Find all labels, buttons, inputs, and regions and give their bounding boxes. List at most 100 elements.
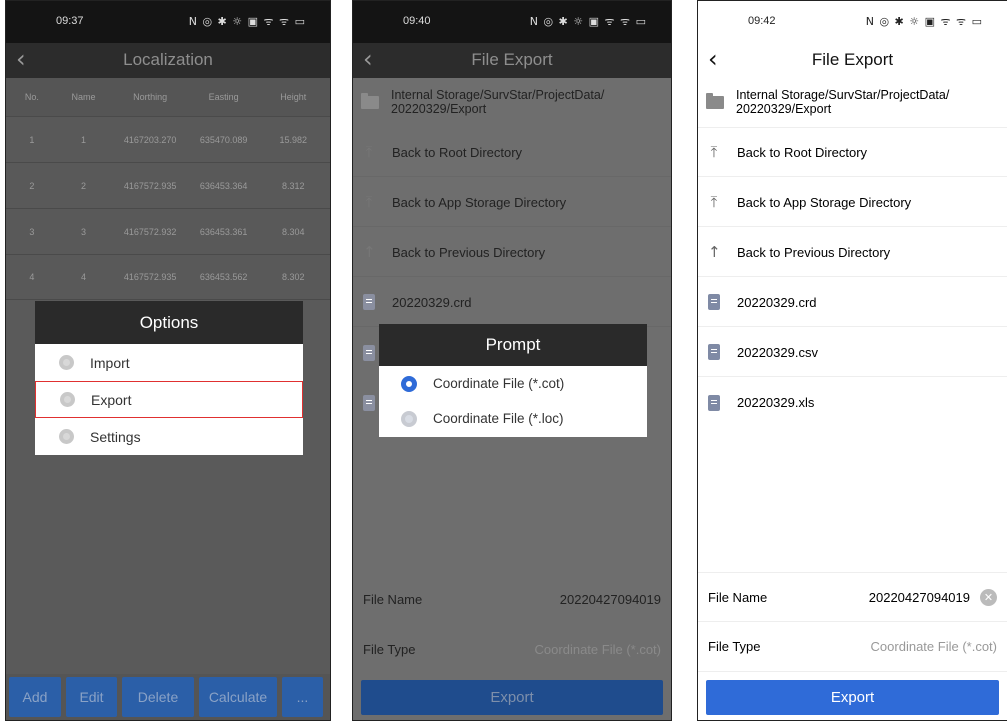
- file-name-label: File Name: [363, 591, 423, 607]
- file-type-field[interactable]: File Type Coordinate File (*.cot): [353, 624, 671, 674]
- file-icon: [363, 344, 375, 361]
- option-label: Coordinate File (*.cot): [433, 376, 565, 391]
- cell-no: 4: [29, 272, 35, 282]
- back-to-root-directory[interactable]: ⤒ Back to Root Directory: [698, 128, 1007, 177]
- column-header-easting: Easting: [208, 92, 239, 102]
- file-item[interactable]: 20220329.xls: [698, 378, 1007, 427]
- export-button[interactable]: Export: [706, 680, 999, 715]
- options-dialog-title: Options: [35, 301, 303, 344]
- cell-height: 8.312: [281, 180, 305, 191]
- prompt-dialog-title: Prompt: [379, 324, 647, 366]
- path-text: Internal Storage/SurvStar/ProjectData/ 2…: [391, 88, 605, 116]
- nav-label: Back to App Storage Directory: [737, 194, 912, 210]
- status-bar: 09:42 N ◎ ✱ ☼ ▣ ᯤ ᯤ ▭: [698, 1, 1007, 43]
- option-import[interactable]: Import: [35, 344, 303, 381]
- back-to-app-storage-directory[interactable]: ⤒ Back to App Storage Directory: [698, 178, 1007, 227]
- export-button[interactable]: Export: [361, 680, 663, 715]
- file-type-label: File Type: [363, 641, 416, 657]
- radio-icon[interactable]: [59, 429, 74, 444]
- cell-northing: 4167572.935: [123, 180, 177, 191]
- nav-label: Back to App Storage Directory: [392, 194, 567, 210]
- table-row[interactable]: 2 2 4167572.935 636453.364 8.312: [6, 162, 330, 208]
- back-to-previous-directory[interactable]: ↑ Back to Previous Directory: [698, 228, 1007, 277]
- cell-name: 3: [81, 226, 87, 237]
- file-item[interactable]: 20220329.csv: [698, 328, 1007, 377]
- more-button[interactable]: ...: [282, 677, 323, 717]
- file-type-label: File Type: [708, 639, 761, 654]
- back-to-root-directory[interactable]: ⤒ Back to Root Directory: [353, 128, 671, 177]
- cell-name: 2: [81, 180, 87, 191]
- file-type-value[interactable]: Coordinate File (*.cot): [871, 639, 997, 654]
- table-row[interactable]: 3 3 4167572.932 636453.361 8.304: [6, 208, 330, 254]
- file-icon: [708, 294, 720, 310]
- localization-screen: 09:37 N ◎ ✱ ☼ ▣ ᯤ ᯤ ▭ ‹ Localization No.…: [5, 0, 331, 721]
- table-row[interactable]: 4 4 4167572.935 636453.562 8.302: [6, 254, 330, 300]
- back-to-app-storage-directory[interactable]: ⤒ Back to App Storage Directory: [353, 178, 671, 227]
- file-name-value[interactable]: 20220427094019: [560, 592, 661, 607]
- option-export[interactable]: Export: [35, 381, 303, 418]
- file-name: 20220329.crd: [737, 294, 817, 310]
- edit-button[interactable]: Edit: [66, 677, 117, 717]
- status-bar: 09:40 N ◎ ✱ ☼ ▣ ᯤ ᯤ ▭: [353, 1, 671, 43]
- file-item[interactable]: 20220329.crd: [353, 278, 671, 327]
- file-item[interactable]: 20220329.crd: [698, 278, 1007, 327]
- status-time: 09:42: [748, 15, 776, 27]
- option-label: Coordinate File (*.loc): [433, 411, 564, 426]
- file-type-field[interactable]: File Type Coordinate File (*.cot): [698, 622, 1007, 672]
- delete-button[interactable]: Delete: [122, 677, 194, 717]
- path-text: Internal Storage/SurvStar/ProjectData/ 2…: [736, 88, 950, 116]
- top-arrow-icon: ⤒: [710, 193, 718, 211]
- radio-icon[interactable]: [59, 355, 74, 370]
- nav-label: Back to Root Directory: [737, 144, 868, 160]
- up-arrow-icon: ↑: [363, 243, 376, 261]
- option-cot[interactable]: Coordinate File (*.cot): [379, 366, 647, 401]
- up-arrow-icon: ↑: [708, 243, 721, 261]
- top-arrow-icon: ⤒: [365, 143, 373, 161]
- cell-height: 8.302: [281, 272, 305, 282]
- title-bar: ‹ File Export: [698, 43, 1007, 78]
- status-icons: N ◎ ✱ ☼ ▣ ᯤ ᯤ ▭: [865, 15, 983, 28]
- back-to-previous-directory[interactable]: ↑ Back to Previous Directory: [353, 228, 671, 277]
- page-title: File Export: [471, 50, 553, 69]
- calculate-button[interactable]: Calculate: [199, 677, 277, 717]
- current-path: Internal Storage/SurvStar/ProjectData/ 2…: [353, 78, 671, 128]
- points-table: No. Name Northing Easting Height 1 1 416…: [6, 78, 330, 300]
- option-label: Export: [91, 391, 132, 408]
- column-header-height: Height: [280, 92, 307, 102]
- radio-selected-icon[interactable]: [401, 375, 417, 392]
- table-header: No. Name Northing Easting Height: [6, 78, 330, 116]
- status-icons: N ◎ ✱ ☼ ▣ ᯤ ᯤ ▭: [529, 15, 647, 28]
- options-dialog: Options Import Export Settings: [35, 301, 303, 455]
- add-button[interactable]: Add: [9, 677, 61, 717]
- clear-icon[interactable]: ✕: [980, 588, 997, 606]
- status-bar: 09:37 N ◎ ✱ ☼ ▣ ᯤ ᯤ ▭: [6, 1, 330, 43]
- file-icon: [708, 344, 720, 360]
- file-name-field[interactable]: File Name 20220427094019: [353, 574, 671, 624]
- title-bar: ‹ File Export: [353, 43, 671, 78]
- radio-icon[interactable]: [401, 410, 417, 427]
- cell-no: 3: [29, 226, 35, 237]
- file-name-field[interactable]: File Name 20220427094019 ✕: [698, 572, 1007, 622]
- top-arrow-icon: ⤒: [710, 143, 718, 161]
- cell-easting: 636453.562: [199, 272, 248, 282]
- file-export-screen: 09:42 N ◎ ✱ ☼ ▣ ᯤ ᯤ ▭ ‹ File Export Inte…: [697, 0, 1007, 721]
- file-icon: [363, 394, 375, 411]
- file-type-value[interactable]: Coordinate File (*.cot): [535, 642, 661, 657]
- file-name-label: File Name: [708, 589, 768, 605]
- column-header-name: Name: [71, 92, 96, 102]
- nav-label: Back to Root Directory: [392, 144, 523, 160]
- cell-height: 8.304: [281, 226, 305, 237]
- option-loc[interactable]: Coordinate File (*.loc): [379, 401, 647, 436]
- cell-easting: 635470.089: [199, 134, 248, 145]
- option-settings[interactable]: Settings: [35, 418, 303, 455]
- column-header-northing: Northing: [133, 92, 168, 102]
- cell-northing: 4167572.932: [123, 226, 177, 237]
- cell-easting: 636453.361: [199, 226, 248, 237]
- radio-icon[interactable]: [60, 392, 75, 407]
- option-label: Settings: [90, 428, 141, 445]
- file-name-value[interactable]: 20220427094019: [869, 590, 970, 605]
- table-row[interactable]: 1 1 4167203.270 635470.089 15.982: [6, 116, 330, 162]
- nav-label: Back to Previous Directory: [392, 244, 546, 260]
- cell-name: 4: [81, 272, 87, 282]
- file-name: 20220329.xls: [737, 395, 815, 410]
